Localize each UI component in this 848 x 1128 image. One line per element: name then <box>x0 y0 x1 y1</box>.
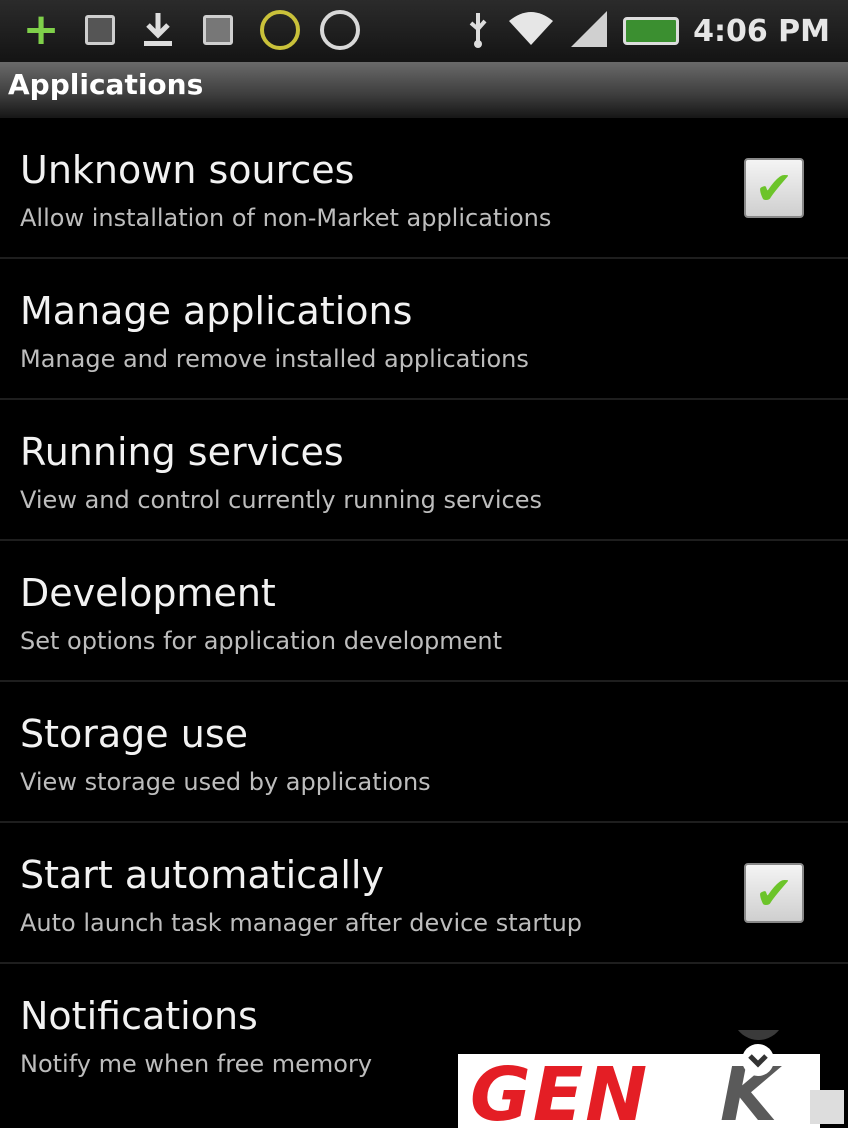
section-title: Applications <box>8 68 204 101</box>
setting-unknown-sources[interactable]: Unknown sources Allow installation of no… <box>0 118 848 259</box>
setting-manage-applications[interactable]: Manage applications Manage and remove in… <box>0 259 848 400</box>
image-icon <box>82 10 118 50</box>
svg-text:GEN: GEN <box>470 1052 649 1128</box>
genk-watermark-logo: GEN K <box>458 1030 844 1128</box>
setting-summary: Allow installation of non-Market applica… <box>20 204 552 232</box>
setting-title: Storage use <box>20 712 249 756</box>
setting-title: Notifications <box>20 994 258 1038</box>
setting-title: Unknown sources <box>20 148 355 192</box>
setting-summary: Set options for application development <box>20 627 503 655</box>
setting-summary: Auto launch task manager after device st… <box>20 909 583 937</box>
setting-storage-use[interactable]: Storage use View storage used by applica… <box>0 682 848 823</box>
setting-summary: View and control currently running servi… <box>20 486 542 514</box>
setting-summary: Notify me when free memory <box>20 1050 373 1078</box>
checkmark-icon: ✔ <box>754 866 794 920</box>
download-icon <box>140 10 176 50</box>
sim-icon <box>200 10 236 50</box>
section-header: Applications <box>0 62 848 118</box>
start-automatically-checkbox[interactable]: ✔ <box>744 863 804 923</box>
power-icon <box>318 10 362 50</box>
setting-start-automatically[interactable]: Start automatically Auto launch task man… <box>0 823 848 964</box>
setting-title: Manage applications <box>20 289 413 333</box>
setting-development[interactable]: Development Set options for application … <box>0 541 848 682</box>
checkmark-icon: ✔ <box>754 161 794 215</box>
setting-title: Running services <box>20 430 344 474</box>
ring-icon <box>258 10 302 50</box>
plus-icon: + <box>22 4 60 55</box>
setting-title: Start automatically <box>20 853 384 897</box>
unknown-sources-checkbox[interactable]: ✔ <box>744 158 804 218</box>
clock: 4:06 PM <box>693 13 830 49</box>
setting-running-services[interactable]: Running services View and control curren… <box>0 400 848 541</box>
settings-list: Unknown sources Allow installation of no… <box>0 118 848 1105</box>
usb-icon <box>463 9 493 53</box>
battery-icon <box>623 17 680 45</box>
setting-title: Development <box>20 571 276 615</box>
setting-summary: View storage used by applications <box>20 768 431 796</box>
wifi-icon <box>507 9 555 53</box>
status-bar: + 4:06 PM <box>0 0 848 62</box>
setting-summary: Manage and remove installed applications <box>20 345 529 373</box>
signal-icon <box>569 9 609 53</box>
